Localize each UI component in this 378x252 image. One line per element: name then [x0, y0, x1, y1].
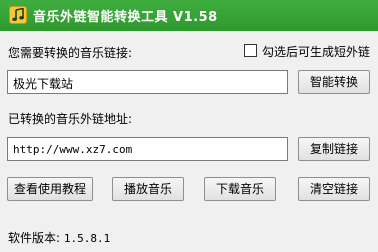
short-link-checkbox[interactable] — [244, 44, 257, 57]
source-link-input[interactable]: 极光下载站 — [7, 70, 288, 94]
play-music-button[interactable]: 播放音乐 — [112, 177, 184, 201]
music-note-icon — [9, 6, 27, 24]
download-music-button[interactable]: 下载音乐 — [204, 177, 276, 201]
version-label: 软件版本: — [8, 231, 61, 245]
source-link-label: 您需要转换的音乐链接: — [8, 46, 133, 60]
result-link-label: 已转换的音乐外链地址: — [8, 112, 133, 126]
status-bar: 软件版本: 1.5.8.1 — [8, 229, 110, 246]
result-link-input[interactable]: http://www.xz7.com — [7, 137, 288, 161]
tutorial-button[interactable]: 查看使用教程 — [7, 177, 93, 201]
copy-link-button[interactable]: 复制链接 — [298, 137, 370, 161]
smart-convert-button[interactable]: 智能转换 — [298, 70, 370, 94]
title-bar: 音乐外链智能转换工具 V1.58 — [0, 0, 378, 31]
window-title: 音乐外链智能转换工具 V1.58 — [33, 10, 218, 25]
version-value: 1.5.8.1 — [63, 232, 111, 245]
short-link-checkbox-label: 勾选后可生成短外链 — [262, 45, 371, 59]
main-panel: 您需要转换的音乐链接: 勾选后可生成短外链 极光下载站 智能转换 已转换的音乐外… — [0, 31, 378, 252]
clear-link-button[interactable]: 清空链接 — [298, 177, 370, 201]
